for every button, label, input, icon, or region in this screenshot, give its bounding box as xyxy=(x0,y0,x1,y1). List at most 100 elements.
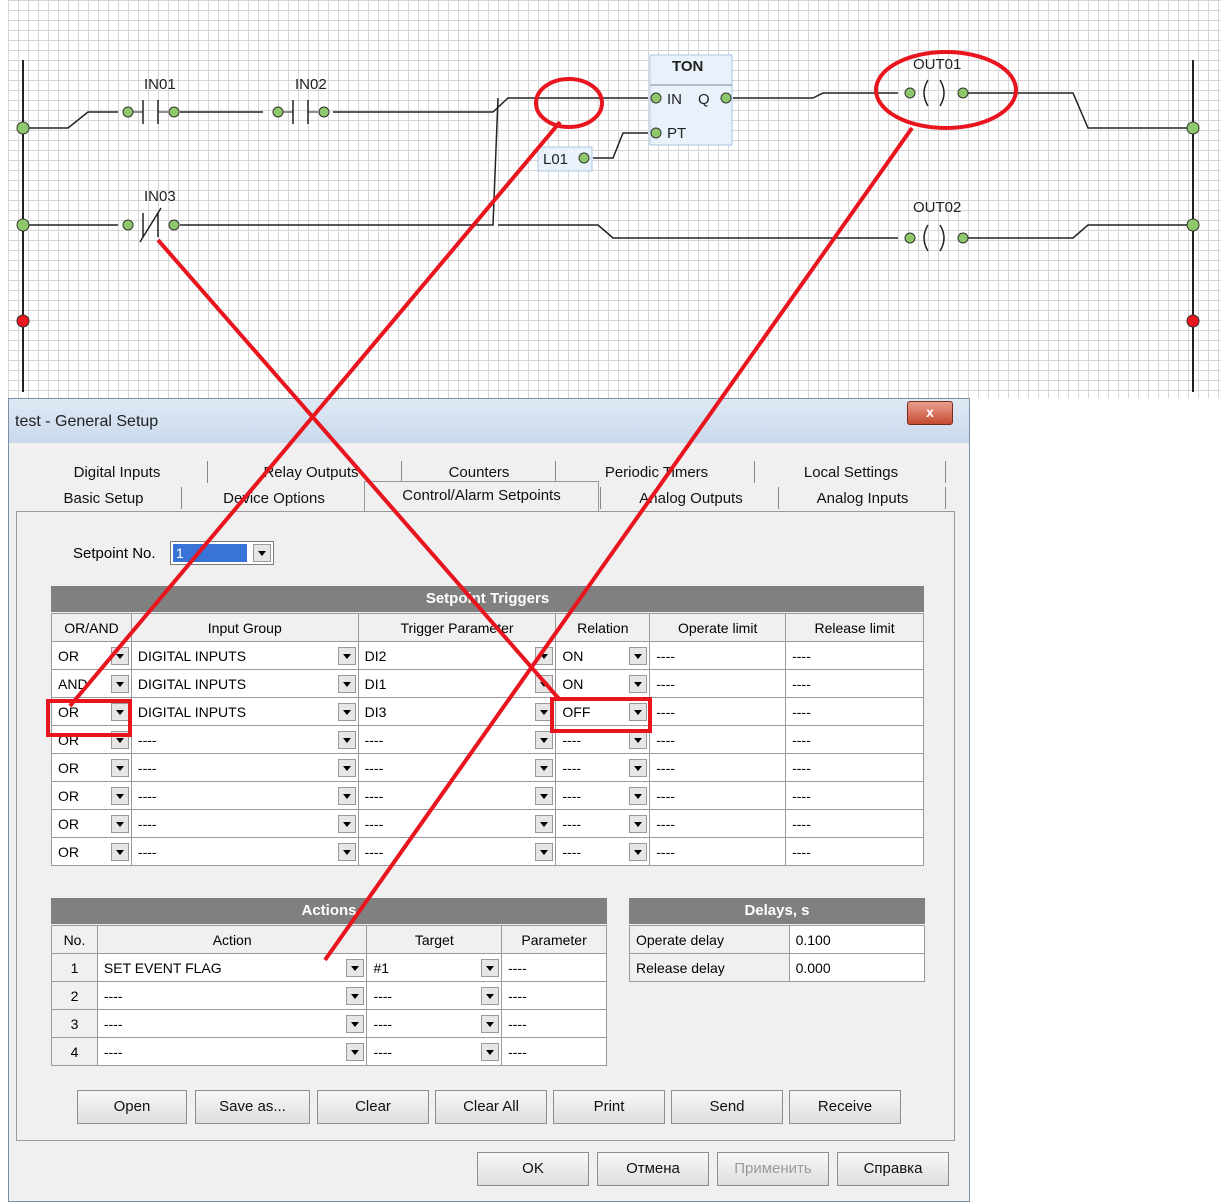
relation-select[interactable]: ON xyxy=(555,669,651,698)
open-button[interactable]: Open xyxy=(77,1090,187,1124)
release-delay-input[interactable]: 0.000 xyxy=(788,953,926,982)
trigger-parameter-select[interactable]: DI1 xyxy=(357,669,557,698)
or-and-select[interactable]: OR xyxy=(51,725,132,754)
chevron-down-icon[interactable] xyxy=(337,647,356,665)
chevron-down-icon[interactable] xyxy=(481,987,500,1005)
target-select[interactable]: ---- xyxy=(366,981,503,1010)
tab-basic-setup[interactable]: Basic Setup xyxy=(31,487,176,511)
ok-button[interactable]: OK xyxy=(477,1152,589,1186)
chevron-down-icon[interactable] xyxy=(110,787,129,805)
or-and-select[interactable]: OR xyxy=(51,781,132,810)
chevron-down-icon[interactable] xyxy=(481,959,500,977)
clear-button[interactable]: Clear xyxy=(317,1090,429,1124)
chevron-down-icon[interactable] xyxy=(535,647,554,665)
chevron-down-icon[interactable] xyxy=(346,1015,365,1033)
tab-analog-inputs[interactable]: Analog Inputs xyxy=(785,487,940,511)
input-group-select[interactable]: ---- xyxy=(130,725,359,754)
input-group-select[interactable]: DIGITAL INPUTS xyxy=(130,669,359,698)
ladder-diagram-canvas[interactable]: IN01 IN02 IN03 TON IN Q PT L01 OUT01 OUT… xyxy=(8,0,1221,398)
trigger-parameter-select[interactable]: ---- xyxy=(357,809,557,838)
target-select[interactable]: ---- xyxy=(366,1037,503,1066)
action-select[interactable]: ---- xyxy=(96,1009,368,1038)
tab-local-settings[interactable]: Local Settings xyxy=(761,461,941,485)
tab-control-alarm-setpoints[interactable]: Control/Alarm Setpoints xyxy=(364,481,599,513)
save-as-button[interactable]: Save as... xyxy=(195,1090,310,1124)
trigger-parameter-select[interactable]: DI3 xyxy=(357,697,557,726)
chevron-down-icon[interactable] xyxy=(535,675,554,693)
setpoint-no-select[interactable]: 1 xyxy=(170,541,274,565)
chevron-down-icon[interactable] xyxy=(535,759,554,777)
chevron-down-icon[interactable] xyxy=(110,647,129,665)
trigger-parameter-select[interactable]: DI2 xyxy=(357,641,557,670)
tab-analog-outputs[interactable]: Analog Outputs xyxy=(607,487,775,511)
chevron-down-icon[interactable] xyxy=(337,759,356,777)
trigger-parameter-select[interactable]: ---- xyxy=(357,753,557,782)
relation-select[interactable]: OFF xyxy=(555,697,651,726)
action-select[interactable]: SET EVENT FLAG xyxy=(96,953,368,982)
input-group-select[interactable]: DIGITAL INPUTS xyxy=(130,641,359,670)
action-select[interactable]: ---- xyxy=(96,1037,368,1066)
chevron-down-icon[interactable] xyxy=(629,815,648,833)
relation-select[interactable]: ---- xyxy=(555,753,651,782)
help-button[interactable]: Справка xyxy=(837,1152,949,1186)
target-select[interactable]: #1 xyxy=(366,953,503,982)
chevron-down-icon[interactable] xyxy=(481,1043,500,1061)
chevron-down-icon[interactable] xyxy=(346,987,365,1005)
coil-out01-icon[interactable] xyxy=(904,79,969,107)
trigger-parameter-select[interactable]: ---- xyxy=(357,837,557,866)
chevron-down-icon[interactable] xyxy=(535,703,554,721)
clear-all-button[interactable]: Clear All xyxy=(435,1090,547,1124)
tab-digital-inputs[interactable]: Digital Inputs xyxy=(47,461,187,485)
chevron-down-icon[interactable] xyxy=(253,544,271,562)
chevron-down-icon[interactable] xyxy=(629,759,648,777)
coil-out02-icon[interactable] xyxy=(904,224,969,252)
chevron-down-icon[interactable] xyxy=(629,787,648,805)
chevron-down-icon[interactable] xyxy=(110,759,129,777)
action-select[interactable]: ---- xyxy=(96,981,368,1010)
receive-button[interactable]: Receive xyxy=(789,1090,901,1124)
relation-select[interactable]: ---- xyxy=(555,809,651,838)
input-group-select[interactable]: ---- xyxy=(130,753,359,782)
or-and-select[interactable]: AND xyxy=(51,669,132,698)
chevron-down-icon[interactable] xyxy=(337,815,356,833)
chevron-down-icon[interactable] xyxy=(337,787,356,805)
trigger-parameter-select[interactable]: ---- xyxy=(357,781,557,810)
chevron-down-icon[interactable] xyxy=(346,959,365,977)
chevron-down-icon[interactable] xyxy=(346,1043,365,1061)
input-group-select[interactable]: ---- xyxy=(130,837,359,866)
relation-select[interactable]: ---- xyxy=(555,725,651,754)
chevron-down-icon[interactable] xyxy=(629,843,648,861)
or-and-select[interactable]: OR xyxy=(51,753,132,782)
close-button[interactable]: x xyxy=(907,401,953,425)
tab-device-options[interactable]: Device Options xyxy=(189,487,359,511)
chevron-down-icon[interactable] xyxy=(110,815,129,833)
or-and-select[interactable]: OR xyxy=(51,809,132,838)
chevron-down-icon[interactable] xyxy=(535,815,554,833)
input-group-select[interactable]: ---- xyxy=(130,809,359,838)
relation-select[interactable]: ON xyxy=(555,641,651,670)
contact-in03-icon[interactable] xyxy=(122,207,180,243)
chevron-down-icon[interactable] xyxy=(110,703,129,721)
chevron-down-icon[interactable] xyxy=(337,675,356,693)
input-group-select[interactable]: DIGITAL INPUTS xyxy=(130,697,359,726)
operate-delay-input[interactable]: 0.100 xyxy=(788,925,926,954)
chevron-down-icon[interactable] xyxy=(535,843,554,861)
title-bar[interactable]: test - General Setup x xyxy=(9,399,969,443)
send-button[interactable]: Send xyxy=(671,1090,783,1124)
or-and-select[interactable]: OR xyxy=(51,641,132,670)
print-button[interactable]: Print xyxy=(553,1090,665,1124)
chevron-down-icon[interactable] xyxy=(337,843,356,861)
target-select[interactable]: ---- xyxy=(366,1009,503,1038)
chevron-down-icon[interactable] xyxy=(110,843,129,861)
contact-in01-icon[interactable] xyxy=(122,100,180,124)
chevron-down-icon[interactable] xyxy=(629,647,648,665)
relation-select[interactable]: ---- xyxy=(555,837,651,866)
chevron-down-icon[interactable] xyxy=(629,703,648,721)
input-group-select[interactable]: ---- xyxy=(130,781,359,810)
cancel-button[interactable]: Отмена xyxy=(597,1152,709,1186)
or-and-select[interactable]: OR xyxy=(51,697,132,726)
chevron-down-icon[interactable] xyxy=(629,731,648,749)
apply-button[interactable]: Применить xyxy=(717,1152,829,1186)
relation-select[interactable]: ---- xyxy=(555,781,651,810)
contact-in02-icon[interactable] xyxy=(272,100,330,124)
